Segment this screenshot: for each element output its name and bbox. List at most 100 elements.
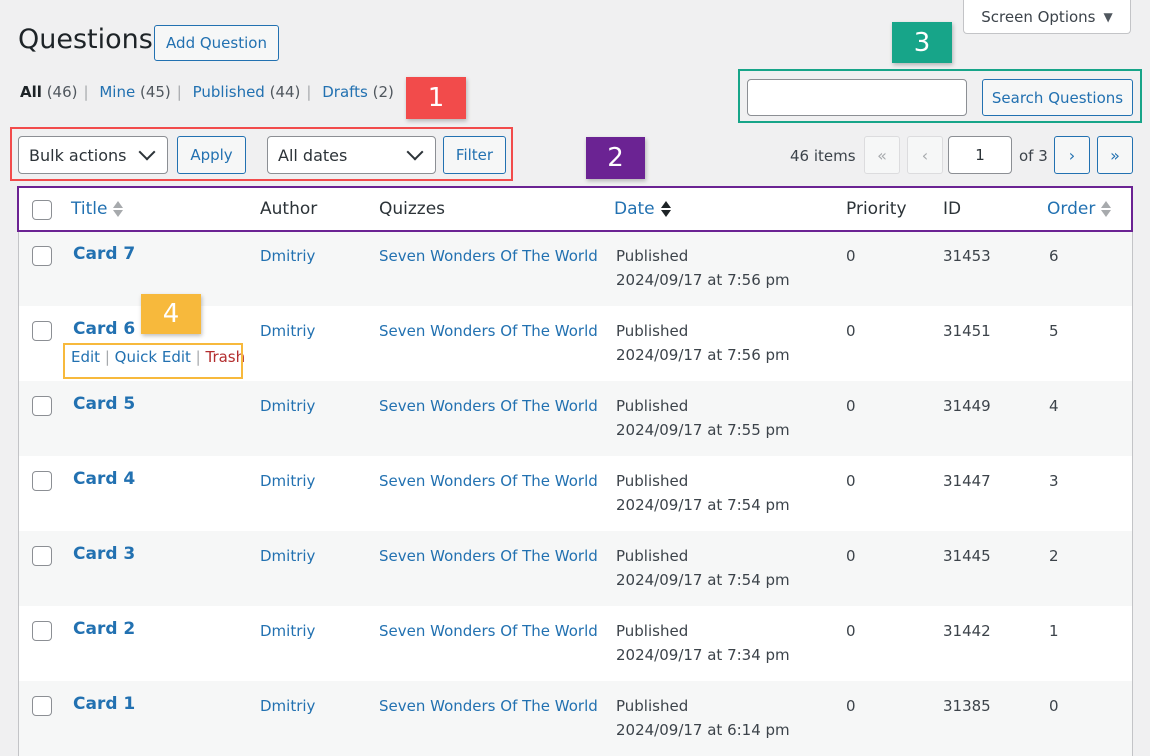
total-pages: of 3 [1019,147,1048,165]
row-date: Published 2024/09/17 at 6:14 pm [616,694,790,742]
table-row: Card 5 Dmitriy Seven Wonders Of The World P… [19,381,1132,456]
last-page-button[interactable]: » [1097,136,1133,174]
row-id: 31445 [943,547,991,565]
row-priority: 0 [846,697,856,715]
row-checkbox[interactable] [32,396,52,416]
search-questions-button[interactable]: Search Questions [982,79,1133,116]
row-order: 3 [1049,472,1059,490]
row-order: 1 [1049,622,1059,640]
row-author-link[interactable]: Dmitriy [260,619,315,643]
annotation-box-2 [17,186,1133,232]
row-date-value: 2024/09/17 at 7:54 pm [616,571,790,589]
row-date-value: 2024/09/17 at 7:56 pm [616,271,790,289]
apply-button[interactable]: Apply [177,136,246,174]
row-date-value: 2024/09/17 at 7:56 pm [616,346,790,364]
screen-options-button[interactable]: Screen Options ▼ [963,0,1131,34]
row-id: 31447 [943,472,991,490]
row-priority: 0 [846,397,856,415]
current-page-input[interactable]: 1 [948,136,1012,174]
first-page-button[interactable]: « [864,136,900,174]
view-published-link[interactable]: Published [193,83,265,101]
row-priority: 0 [846,622,856,640]
row-status: Published [616,472,689,490]
table-row: Card 4 Dmitriy Seven Wonders Of The World P… [19,456,1132,531]
row-date-value: 2024/09/17 at 6:14 pm [616,721,790,739]
row-checkbox[interactable] [32,471,52,491]
dates-select[interactable]: All dates [267,136,436,174]
chevron-down-icon [138,143,156,161]
row-title-link[interactable]: Card 1 [73,692,135,716]
row-date: Published 2024/09/17 at 7:34 pm [616,619,790,667]
row-checkbox[interactable] [32,621,52,641]
table-row: Card 3 Dmitriy Seven Wonders Of The World P… [19,531,1132,606]
row-title-link[interactable]: Card 6 [73,317,135,341]
view-drafts-count: (2) [372,83,394,101]
annotation-tag-2: 2 [586,137,645,179]
page-title: Questions [18,24,153,55]
row-priority: 0 [846,547,856,565]
search-input[interactable] [747,79,967,116]
row-quiz-link[interactable]: Seven Wonders Of The World [379,469,598,493]
row-status: Published [616,247,689,265]
row-quiz-link[interactable]: Seven Wonders Of The World [379,244,598,268]
row-checkbox[interactable] [32,696,52,716]
bulk-actions-value: Bulk actions [29,145,127,165]
row-id: 31385 [943,697,991,715]
row-order: 0 [1049,697,1059,715]
annotation-tag-4: 4 [141,294,201,334]
row-date-value: 2024/09/17 at 7:55 pm [616,421,790,439]
table-row: Card 1 Dmitriy Seven Wonders Of The World P… [19,681,1132,756]
row-status: Published [616,397,689,415]
row-quiz-link[interactable]: Seven Wonders Of The World [379,694,598,718]
annotation-box-4 [63,343,243,379]
dates-value: All dates [278,145,348,165]
row-quiz-link[interactable]: Seven Wonders Of The World [379,319,598,343]
row-status: Published [616,547,689,565]
prev-page-button[interactable]: ‹ [907,136,943,174]
row-author-link[interactable]: Dmitriy [260,469,315,493]
row-author-link[interactable]: Dmitriy [260,394,315,418]
view-drafts-link[interactable]: Drafts [322,83,368,101]
row-author-link[interactable]: Dmitriy [260,544,315,568]
row-checkbox[interactable] [32,246,52,266]
row-id: 31451 [943,322,991,340]
row-title-link[interactable]: Card 3 [73,542,135,566]
row-status: Published [616,622,689,640]
view-all-count: (46) [46,83,78,101]
row-date-value: 2024/09/17 at 7:54 pm [616,496,790,514]
bulk-actions-select[interactable]: Bulk actions [18,136,168,174]
row-date: Published 2024/09/17 at 7:55 pm [616,394,790,442]
chevron-down-icon [406,143,424,161]
row-order: 5 [1049,322,1059,340]
row-id: 31453 [943,247,991,265]
row-priority: 0 [846,322,856,340]
row-author-link[interactable]: Dmitriy [260,244,315,268]
view-mine-link[interactable]: Mine [99,83,135,101]
annotation-tag-3: 3 [892,22,952,63]
row-title-link[interactable]: Card 4 [73,467,135,491]
view-mine-count: (45) [139,83,171,101]
row-title-link[interactable]: Card 2 [73,617,135,641]
row-quiz-link[interactable]: Seven Wonders Of The World [379,394,598,418]
table-row: Card 2 Dmitriy Seven Wonders Of The World P… [19,606,1132,681]
row-quiz-link[interactable]: Seven Wonders Of The World [379,544,598,568]
view-all-link[interactable]: All [20,83,42,101]
row-title-link[interactable]: Card 5 [73,392,135,416]
row-title-link[interactable]: Card 7 [73,242,135,266]
row-author-link[interactable]: Dmitriy [260,319,315,343]
row-checkbox[interactable] [32,546,52,566]
filter-button[interactable]: Filter [443,136,506,174]
row-priority: 0 [846,247,856,265]
view-published-count: (44) [269,83,301,101]
row-date: Published 2024/09/17 at 7:56 pm [616,319,790,367]
items-count: 46 items [790,147,856,165]
next-page-button[interactable]: › [1054,136,1090,174]
screen-options-label: Screen Options [981,7,1096,26]
row-date-value: 2024/09/17 at 7:34 pm [616,646,790,664]
row-checkbox[interactable] [32,321,52,341]
row-author-link[interactable]: Dmitriy [260,694,315,718]
add-question-button[interactable]: Add Question [154,25,279,61]
row-order: 2 [1049,547,1059,565]
row-quiz-link[interactable]: Seven Wonders Of The World [379,619,598,643]
caret-down-icon: ▼ [1103,9,1113,24]
